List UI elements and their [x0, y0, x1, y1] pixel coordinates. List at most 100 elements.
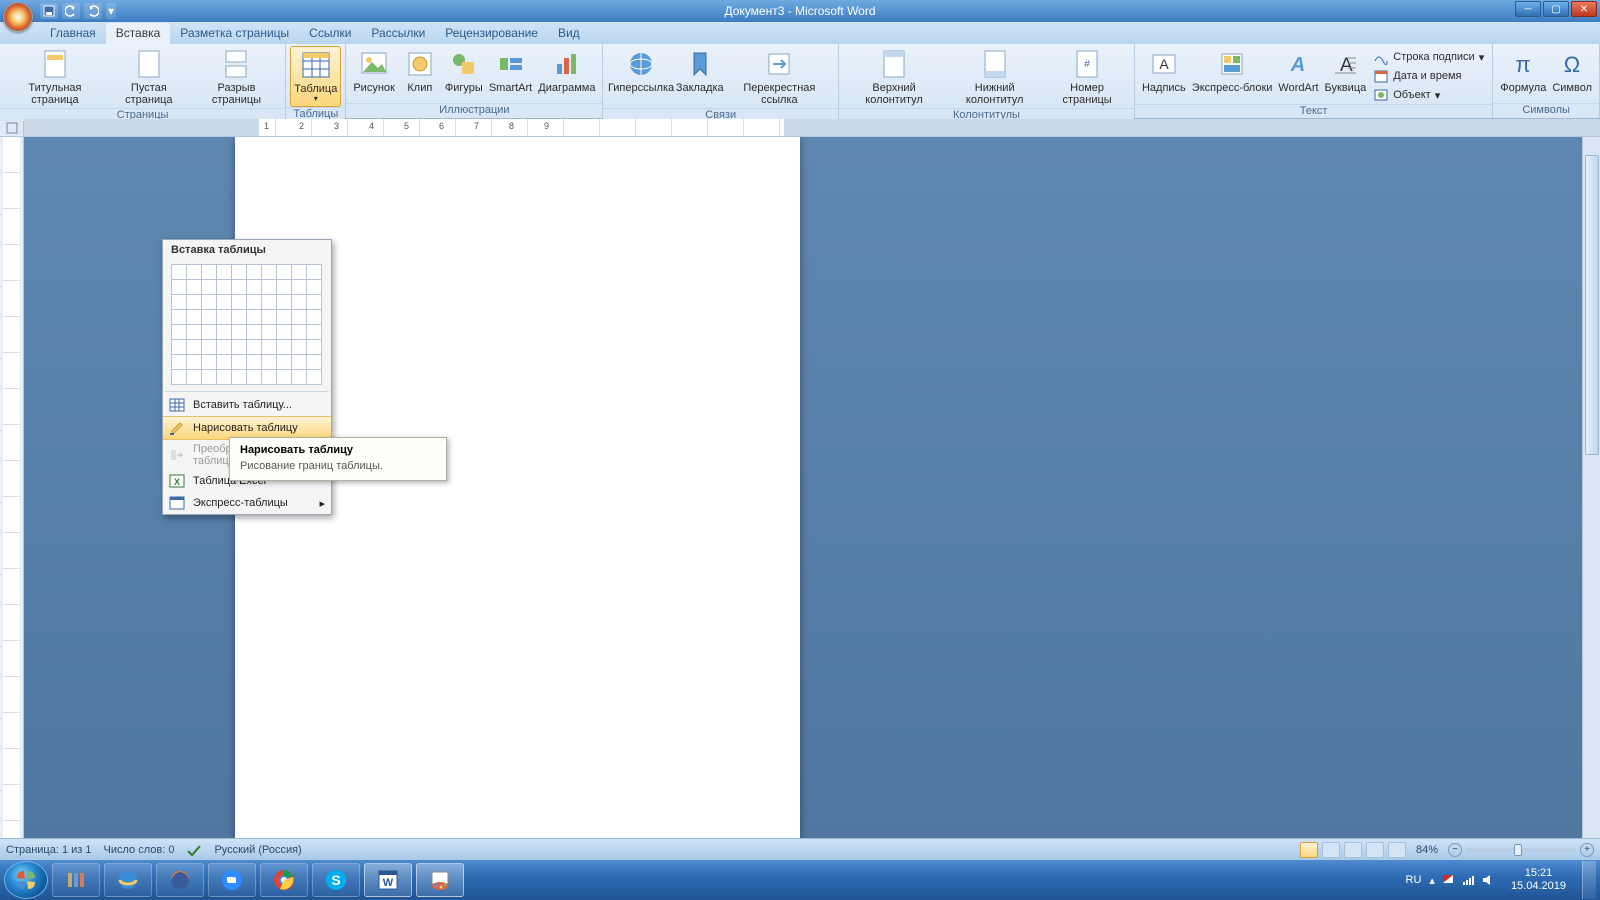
- grid-cell[interactable]: [172, 355, 187, 370]
- grid-cell[interactable]: [277, 265, 292, 280]
- task-word[interactable]: W: [364, 863, 412, 897]
- crossref-button[interactable]: Перекрестная ссылка: [725, 46, 834, 108]
- grid-cell[interactable]: [217, 355, 232, 370]
- grid-cell[interactable]: [247, 325, 262, 340]
- chart-button[interactable]: Диаграмма: [535, 46, 598, 96]
- picture-button[interactable]: Рисунок: [350, 46, 398, 96]
- grid-cell[interactable]: [307, 340, 322, 355]
- grid-cell[interactable]: [262, 310, 277, 325]
- insert-table-item[interactable]: Вставить таблицу...: [163, 394, 331, 416]
- header-button[interactable]: Верхний колонтитул: [843, 46, 945, 108]
- task-chrome[interactable]: [260, 863, 308, 897]
- object-button[interactable]: Объект ▾: [1369, 86, 1488, 104]
- task-libraries[interactable]: [52, 863, 100, 897]
- grid-cell[interactable]: [262, 370, 277, 385]
- grid-cell[interactable]: [217, 325, 232, 340]
- grid-cell[interactable]: [232, 310, 247, 325]
- qat-more[interactable]: ▾: [106, 3, 116, 19]
- grid-cell[interactable]: [202, 310, 217, 325]
- grid-cell[interactable]: [202, 280, 217, 295]
- grid-cell[interactable]: [307, 280, 322, 295]
- grid-cell[interactable]: [187, 295, 202, 310]
- cover-page-button[interactable]: Титульная страница: [4, 46, 106, 108]
- grid-cell[interactable]: [277, 310, 292, 325]
- grid-cell[interactable]: [187, 310, 202, 325]
- status-page[interactable]: Страница: 1 из 1: [6, 844, 92, 856]
- grid-cell[interactable]: [277, 280, 292, 295]
- grid-cell[interactable]: [217, 295, 232, 310]
- grid-cell[interactable]: [277, 370, 292, 385]
- grid-cell[interactable]: [262, 265, 277, 280]
- tray-network-icon[interactable]: [1461, 873, 1475, 887]
- grid-cell[interactable]: [202, 295, 217, 310]
- maximize-button[interactable]: ▢: [1543, 1, 1569, 17]
- task-skype[interactable]: S: [312, 863, 360, 897]
- symbol-button[interactable]: ΩСимвол: [1549, 46, 1595, 96]
- grid-cell[interactable]: [247, 355, 262, 370]
- table-size-grid[interactable]: [163, 260, 331, 389]
- grid-cell[interactable]: [187, 280, 202, 295]
- blank-page-button[interactable]: Пустая страница: [106, 46, 192, 108]
- tab-review[interactable]: Рецензирование: [435, 23, 548, 44]
- grid-cell[interactable]: [217, 265, 232, 280]
- task-ie[interactable]: [104, 863, 152, 897]
- grid-cell[interactable]: [307, 370, 322, 385]
- tab-insert[interactable]: Вставка: [106, 23, 171, 44]
- grid-cell[interactable]: [232, 340, 247, 355]
- grid-cell[interactable]: [262, 325, 277, 340]
- grid-cell[interactable]: [187, 340, 202, 355]
- datetime-button[interactable]: Дата и время: [1369, 67, 1488, 85]
- tab-mailings[interactable]: Рассылки: [361, 23, 435, 44]
- grid-cell[interactable]: [292, 295, 307, 310]
- zoom-in[interactable]: +: [1580, 843, 1594, 857]
- tray-clock[interactable]: 15:21 15.04.2019: [1503, 867, 1574, 893]
- view-print-layout[interactable]: [1300, 842, 1318, 858]
- dropcap-button[interactable]: AБуквица: [1322, 46, 1370, 96]
- zoom-percent[interactable]: 84%: [1416, 844, 1438, 856]
- grid-cell[interactable]: [172, 265, 187, 280]
- task-paint[interactable]: [416, 863, 464, 897]
- show-desktop-button[interactable]: [1582, 861, 1596, 899]
- grid-cell[interactable]: [187, 355, 202, 370]
- grid-cell[interactable]: [172, 295, 187, 310]
- vertical-scrollbar[interactable]: [1582, 137, 1600, 838]
- grid-cell[interactable]: [232, 370, 247, 385]
- quick-tables-item[interactable]: Экспресс-таблицы ▸: [163, 492, 331, 514]
- grid-cell[interactable]: [247, 295, 262, 310]
- grid-cell[interactable]: [262, 295, 277, 310]
- grid-cell[interactable]: [292, 265, 307, 280]
- scroll-thumb[interactable]: [1585, 155, 1599, 455]
- grid-cell[interactable]: [307, 355, 322, 370]
- grid-cell[interactable]: [217, 340, 232, 355]
- grid-cell[interactable]: [232, 355, 247, 370]
- grid-cell[interactable]: [292, 355, 307, 370]
- grid-cell[interactable]: [172, 325, 187, 340]
- tray-show-hidden-icon[interactable]: ▴: [1429, 874, 1435, 887]
- grid-cell[interactable]: [232, 280, 247, 295]
- tab-view[interactable]: Вид: [548, 23, 590, 44]
- grid-cell[interactable]: [307, 265, 322, 280]
- tab-references[interactable]: Ссылки: [299, 23, 361, 44]
- grid-cell[interactable]: [307, 295, 322, 310]
- grid-cell[interactable]: [217, 370, 232, 385]
- smartart-button[interactable]: SmartArt: [486, 46, 535, 96]
- qat-redo[interactable]: [84, 3, 102, 19]
- hyperlink-button[interactable]: Гиперссылка: [607, 46, 674, 96]
- grid-cell[interactable]: [277, 295, 292, 310]
- shapes-button[interactable]: Фигуры: [442, 46, 486, 96]
- view-full-screen[interactable]: [1322, 842, 1340, 858]
- grid-cell[interactable]: [217, 280, 232, 295]
- grid-cell[interactable]: [187, 265, 202, 280]
- pagenum-button[interactable]: #Номер страницы: [1044, 46, 1130, 108]
- grid-cell[interactable]: [247, 370, 262, 385]
- grid-cell[interactable]: [262, 355, 277, 370]
- grid-cell[interactable]: [247, 265, 262, 280]
- grid-cell[interactable]: [232, 265, 247, 280]
- start-button[interactable]: [4, 861, 48, 899]
- grid-cell[interactable]: [202, 355, 217, 370]
- grid-cell[interactable]: [232, 325, 247, 340]
- grid-cell[interactable]: [247, 340, 262, 355]
- grid-cell[interactable]: [187, 325, 202, 340]
- office-button[interactable]: [3, 2, 33, 32]
- signature-line-button[interactable]: Строка подписи ▾: [1369, 48, 1488, 66]
